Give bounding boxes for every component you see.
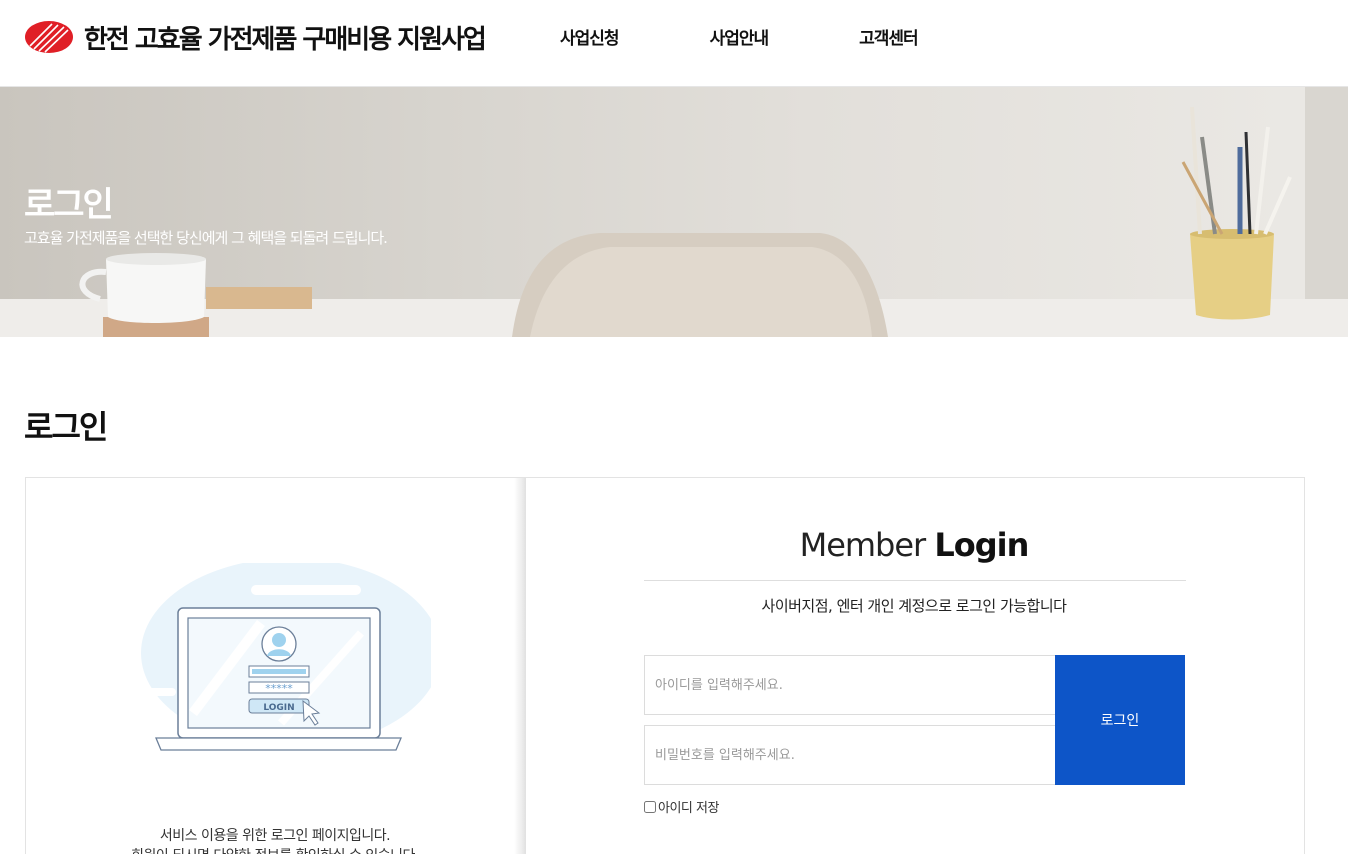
svg-text:LOGIN: LOGIN (263, 703, 294, 713)
title-divider (644, 580, 1186, 581)
hero-banner: 로그인 고효율 가전제품을 선택한 당신에게 그 혜택을 되돌려 드립니다. (0, 87, 1348, 337)
site-logo[interactable]: 한전 고효율 가전제품 구매비용 지원사업 (24, 17, 487, 57)
hero-subtitle: 고효율 가전제품을 선택한 당신에게 그 혜택을 되돌려 드립니다. (24, 229, 388, 247)
remember-id-option[interactable]: 아이디 저장 (644, 797, 719, 816)
member-login-title: Member Login (524, 526, 1304, 564)
hero-background-image (0, 87, 1348, 337)
svg-text:*****: ***** (265, 682, 293, 695)
page-title: 로그인 (24, 408, 108, 446)
laptop-login-illustration: ***** LOGIN (136, 563, 431, 751)
hero-title: 로그인 (24, 185, 114, 225)
member-login-title-light: Member (799, 526, 935, 564)
kepco-logo-icon (25, 21, 73, 53)
login-button[interactable]: 로그인 (1055, 655, 1185, 785)
login-container: ***** LOGIN 서비스 이용을 위한 로그인 페이지입니다. 회원이 되… (25, 477, 1305, 854)
nav-item-guide[interactable]: 사업안내 (710, 24, 770, 49)
remember-id-label: 아이디 저장 (658, 801, 719, 816)
site-header: 한전 고효율 가전제품 구매비용 지원사업 사업신청 사업안내 고객센터 (0, 0, 1348, 87)
login-description-line-2: 회원이 되시면 다양한 정보를 확인하실 수 있습니다. (26, 846, 524, 854)
nav-item-support[interactable]: 고객센터 (859, 24, 919, 49)
login-page-description: 서비스 이용을 위한 로그인 페이지입니다. 회원이 되시면 다양한 정보를 확… (26, 826, 524, 854)
nav-item-apply[interactable]: 사업신청 (560, 24, 620, 49)
login-illustration-panel: ***** LOGIN 서비스 이용을 위한 로그인 페이지입니다. 회원이 되… (26, 478, 524, 854)
member-login-title-bold: Login (934, 526, 1029, 564)
login-form-panel: Member Login 사이버지점, 엔터 개인 계정으로 로그인 가능합니다… (524, 478, 1304, 854)
password-input[interactable] (644, 725, 1057, 785)
login-description-line-1: 서비스 이용을 위한 로그인 페이지입니다. (159, 828, 391, 844)
user-id-input[interactable] (644, 655, 1057, 715)
main-nav: 사업신청 사업안내 고객센터 (560, 24, 1009, 49)
remember-id-checkbox[interactable] (644, 800, 656, 813)
login-description: 사이버지점, 엔터 개인 계정으로 로그인 가능합니다 (761, 597, 1067, 615)
site-title: 한전 고효율 가전제품 구매비용 지원사업 (84, 24, 487, 55)
